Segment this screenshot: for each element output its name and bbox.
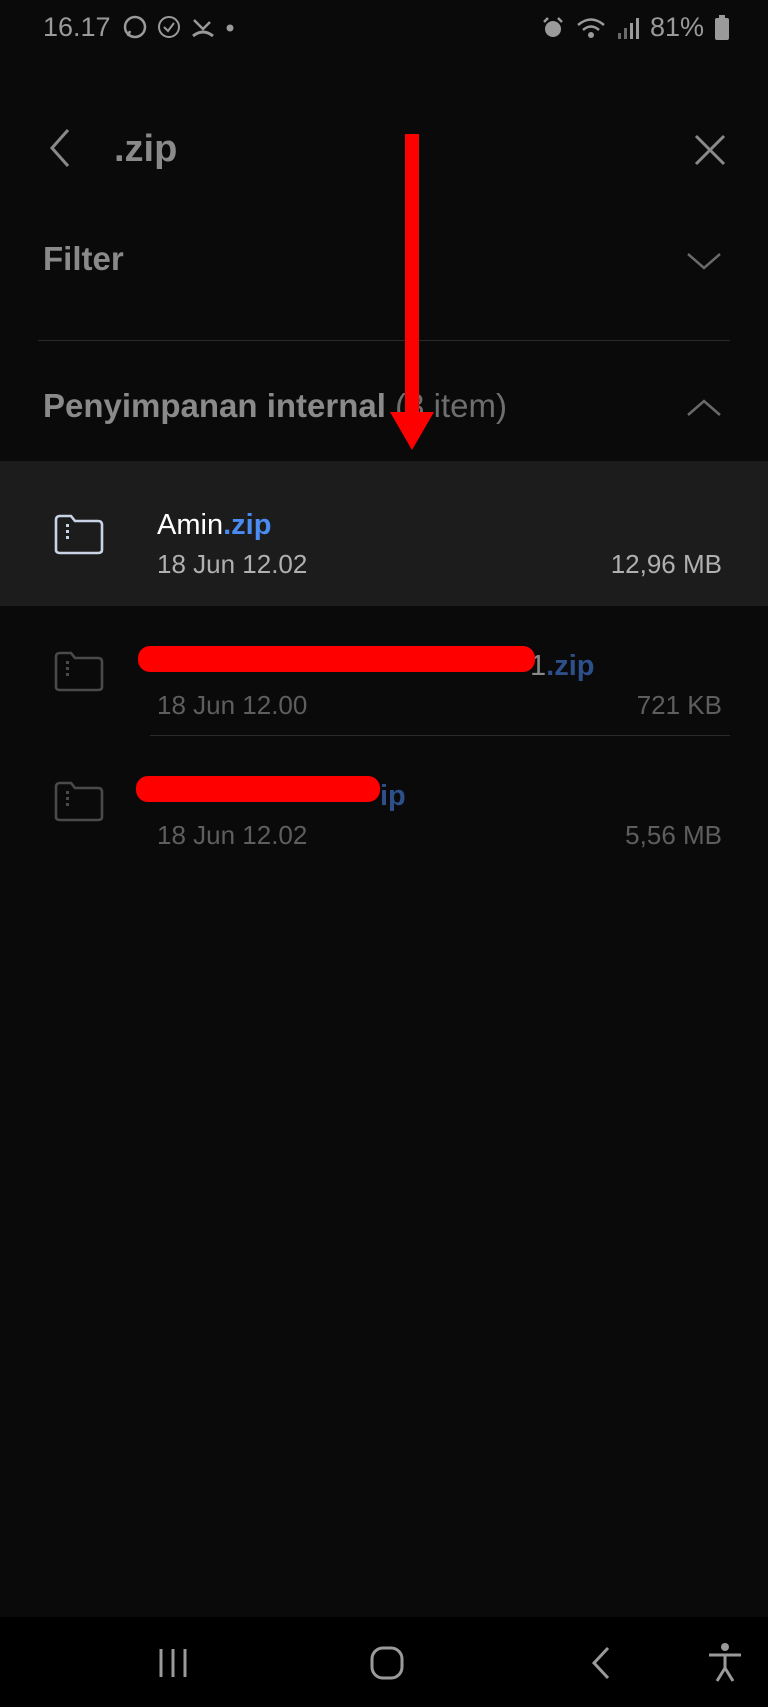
search-input[interactable]: .zip [114,128,177,171]
alarm-icon [543,16,563,37]
file-date: 18 Jun 12.02 [157,549,308,579]
file-row[interactable]: Amin.zip 18 Jun 12.02 12,96 MB [0,461,768,606]
divider [38,340,730,341]
missed-call-icon [192,19,214,38]
file-size: 721 KB [636,690,722,720]
zip-folder-icon [54,651,104,692]
back-button[interactable] [40,122,80,174]
check-circle-icon [158,16,180,38]
navigation-bar [0,1617,768,1707]
recent-apps-button[interactable] [145,1635,201,1691]
search-bar: .zip [0,100,768,200]
status-time: 16.17 [43,12,111,42]
file-extension: .zip [223,509,272,541]
wifi-icon [577,17,605,38]
close-icon [694,134,726,166]
chevron-left-icon [49,129,70,167]
file-list: Amin.zip 18 Jun 12.02 12,96 MB 1.zip 18 … [0,461,768,866]
file-size: 5,56 MB [625,820,722,850]
notification-icons [122,14,236,40]
accessibility-button[interactable] [697,1635,753,1691]
battery-percent: 81% [649,12,704,42]
zip-folder-icon [54,514,104,554]
file-date: 18 Jun 12.00 [157,690,308,720]
dot-icon [226,24,234,32]
redaction-mark [136,776,380,802]
redaction-mark [138,646,535,672]
arrow-down-icon [390,134,434,450]
status-bar: 16.17 81% [0,0,768,56]
section-header-internal-storage[interactable]: Penyimpanan internal (3 item) [0,375,768,445]
clear-search-button[interactable] [682,122,738,178]
recent-apps-icon [159,1649,187,1677]
back-icon [591,1646,610,1680]
file-name: Amin.zip [157,509,272,541]
file-date: 18 Jun 12.02 [157,820,308,850]
chevron-up-icon [687,399,721,416]
home-icon [370,1646,404,1680]
zip-folder-icon [54,781,104,822]
file-row[interactable]: ip 18 Jun 12.02 5,56 MB [0,736,768,866]
filter-toggle[interactable]: Filter [0,220,768,300]
file-name: ip [380,780,406,813]
chevron-down-icon [687,253,721,270]
file-row[interactable]: 1.zip 18 Jun 12.00 721 KB [0,606,768,736]
file-extension: .zip [546,650,595,682]
signal-icon [617,17,639,39]
filter-label: Filter [43,240,124,277]
back-nav-button[interactable] [574,1635,630,1691]
home-button[interactable] [359,1635,415,1691]
section-name: Penyimpanan internal [43,387,386,424]
whatsapp-icon [123,15,147,39]
section-title: Penyimpanan internal (3 item) [43,387,507,425]
accessibility-icon [709,1643,741,1682]
system-icons: 81% [540,12,730,43]
file-name: 1.zip [530,650,595,682]
file-extension: ip [380,780,406,812]
file-size: 12,96 MB [610,549,722,579]
battery-icon [715,14,729,40]
